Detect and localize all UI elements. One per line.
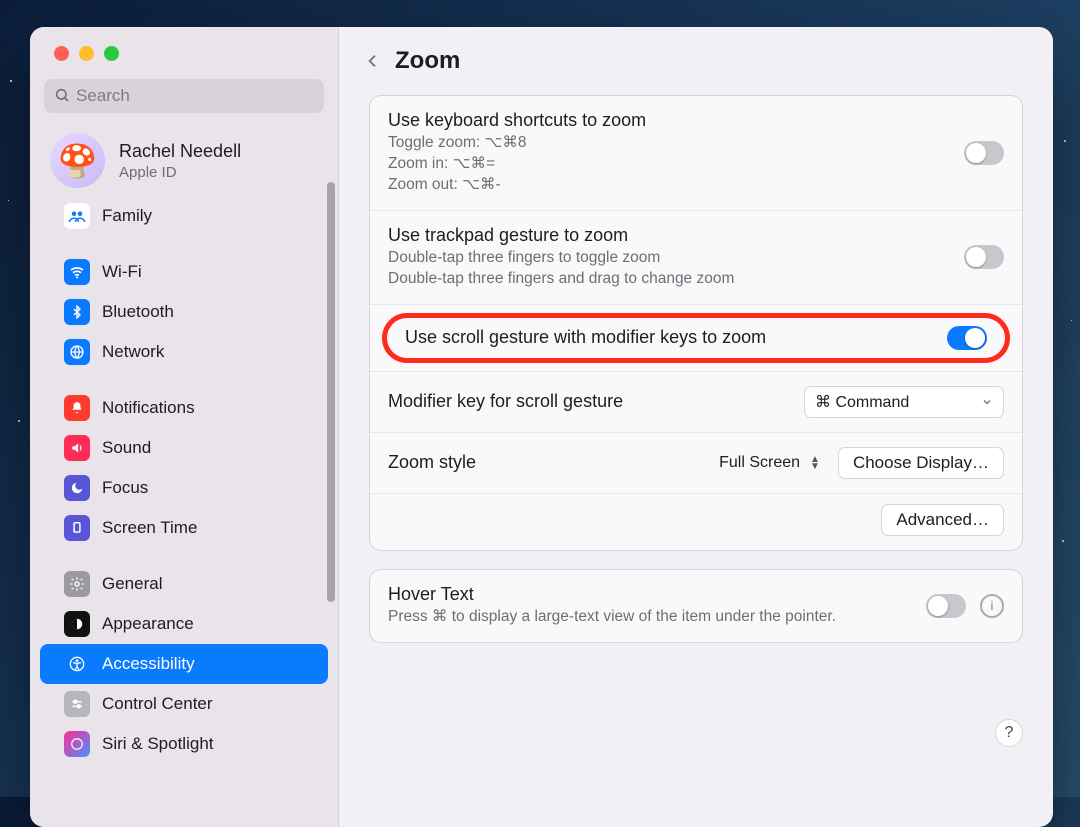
zoom-style-select[interactable]: Full Screen ▲▼: [715, 454, 824, 472]
window-controls: [30, 27, 338, 61]
trackpad-title: Use trackpad gesture to zoom: [388, 225, 734, 246]
sidebar-item-network[interactable]: Network: [40, 332, 328, 372]
row-scroll-zoom: Use scroll gesture with modifier keys to…: [370, 304, 1022, 371]
sidebar-item-label: Sound: [102, 438, 151, 458]
content-pane: Zoom Use keyboard shortcuts to zoom Togg…: [339, 27, 1053, 827]
sidebar-item-label: Accessibility: [102, 654, 195, 674]
row-keyboard-zoom: Use keyboard shortcuts to zoom Toggle zo…: [370, 96, 1022, 210]
family-icon: [64, 203, 90, 229]
sidebar-item-focus[interactable]: Focus: [40, 468, 328, 508]
hover-title: Hover Text: [388, 584, 836, 605]
sidebar-item-sound[interactable]: Sound: [40, 428, 328, 468]
help-button[interactable]: ?: [995, 719, 1023, 747]
fullscreen-icon[interactable]: [104, 46, 119, 61]
trackpad-line2: Double-tap three fingers and drag to cha…: [388, 269, 734, 290]
kb-title: Use keyboard shortcuts to zoom: [388, 110, 646, 131]
sidebar-item-label: Bluetooth: [102, 302, 174, 322]
bluetooth-icon: [64, 299, 90, 325]
settings-window: 🍄 Rachel Needell Apple ID Family Wi-Fi: [30, 27, 1053, 827]
close-icon[interactable]: [54, 46, 69, 61]
back-button[interactable]: [365, 49, 381, 73]
scroll-title: Use scroll gesture with modifier keys to…: [405, 327, 766, 348]
focus-icon: [64, 475, 90, 501]
modifier-key-select[interactable]: ⌘ Command: [804, 386, 1004, 418]
sidebar-item-notifications[interactable]: Notifications: [40, 388, 328, 428]
sidebar-item-wifi[interactable]: Wi-Fi: [40, 252, 328, 292]
row-zoom-style: Zoom style Full Screen ▲▼ Choose Display…: [370, 432, 1022, 493]
sidebar-item-label: Family: [102, 206, 152, 226]
sidebar-scrollbar[interactable]: [327, 182, 335, 602]
general-icon: [64, 571, 90, 597]
search-input[interactable]: [44, 79, 324, 113]
network-icon: [64, 339, 90, 365]
sidebar-item-label: Network: [102, 342, 164, 362]
modifier-value: ⌘ Command: [815, 392, 909, 412]
minimize-icon[interactable]: [79, 46, 94, 61]
hover-sub: Press ⌘ to display a large-text view of …: [388, 607, 836, 628]
accessibility-icon: [64, 651, 90, 677]
sidebar-item-screen-time[interactable]: Screen Time: [40, 508, 328, 548]
trackpad-line1: Double-tap three fingers to toggle zoom: [388, 248, 734, 269]
zoom-options-card: Use keyboard shortcuts to zoom Toggle zo…: [369, 95, 1023, 551]
sidebar-item-label: Control Center: [102, 694, 213, 714]
sidebar-item-label: Siri & Spotlight: [102, 734, 214, 754]
kb-zoom-toggle[interactable]: [964, 141, 1004, 165]
profile-sub: Apple ID: [119, 164, 241, 181]
style-value: Full Screen: [719, 454, 800, 472]
sidebar-item-general[interactable]: General: [40, 564, 328, 604]
siri-icon: [64, 731, 90, 757]
chevron-updown-icon: ▲▼: [810, 456, 820, 470]
sidebar-item-control-center[interactable]: Control Center: [40, 684, 328, 724]
choose-display-button[interactable]: Choose Display…: [838, 447, 1004, 479]
sidebar-item-siri[interactable]: Siri & Spotlight: [40, 724, 328, 764]
kb-line2: Zoom in: ⌥⌘=: [388, 154, 646, 175]
page-title: Zoom: [395, 47, 460, 75]
sidebar-item-label: Wi-Fi: [102, 262, 142, 282]
row-trackpad-zoom: Use trackpad gesture to zoom Double-tap …: [370, 210, 1022, 304]
sidebar-item-appearance[interactable]: Appearance: [40, 604, 328, 644]
sound-icon: [64, 435, 90, 461]
sidebar-item-label: Screen Time: [102, 518, 197, 538]
sidebar-item-label: General: [102, 574, 162, 594]
notifications-icon: [64, 395, 90, 421]
sidebar-item-label: Notifications: [102, 398, 195, 418]
apple-id-profile[interactable]: 🍄 Rachel Needell Apple ID: [30, 123, 338, 196]
sidebar-item-accessibility[interactable]: Accessibility: [40, 644, 328, 684]
trackpad-zoom-toggle[interactable]: [964, 245, 1004, 269]
sidebar-item-label: Focus: [102, 478, 148, 498]
info-icon[interactable]: i: [980, 594, 1004, 618]
sidebar: 🍄 Rachel Needell Apple ID Family Wi-Fi: [30, 27, 339, 827]
appearance-icon: [64, 611, 90, 637]
row-modifier-key: Modifier key for scroll gesture ⌘ Comman…: [370, 371, 1022, 432]
style-label: Zoom style: [388, 452, 476, 473]
kb-line1: Toggle zoom: ⌥⌘8: [388, 133, 646, 154]
sidebar-item-label: Appearance: [102, 614, 194, 634]
avatar: 🍄: [50, 133, 105, 188]
hover-text-card: Hover Text Press ⌘ to display a large-te…: [369, 569, 1023, 643]
wifi-icon: [64, 259, 90, 285]
scroll-zoom-toggle[interactable]: [947, 326, 987, 350]
kb-line3: Zoom out: ⌥⌘-: [388, 175, 646, 196]
advanced-button[interactable]: Advanced…: [881, 504, 1004, 536]
sidebar-item-family[interactable]: Family: [40, 196, 328, 236]
control-center-icon: [64, 691, 90, 717]
hover-text-toggle[interactable]: [926, 594, 966, 618]
profile-name: Rachel Needell: [119, 141, 241, 162]
modifier-label: Modifier key for scroll gesture: [388, 391, 623, 412]
screen-time-icon: [64, 515, 90, 541]
sidebar-item-bluetooth[interactable]: Bluetooth: [40, 292, 328, 332]
chevron-down-icon: [981, 396, 993, 408]
